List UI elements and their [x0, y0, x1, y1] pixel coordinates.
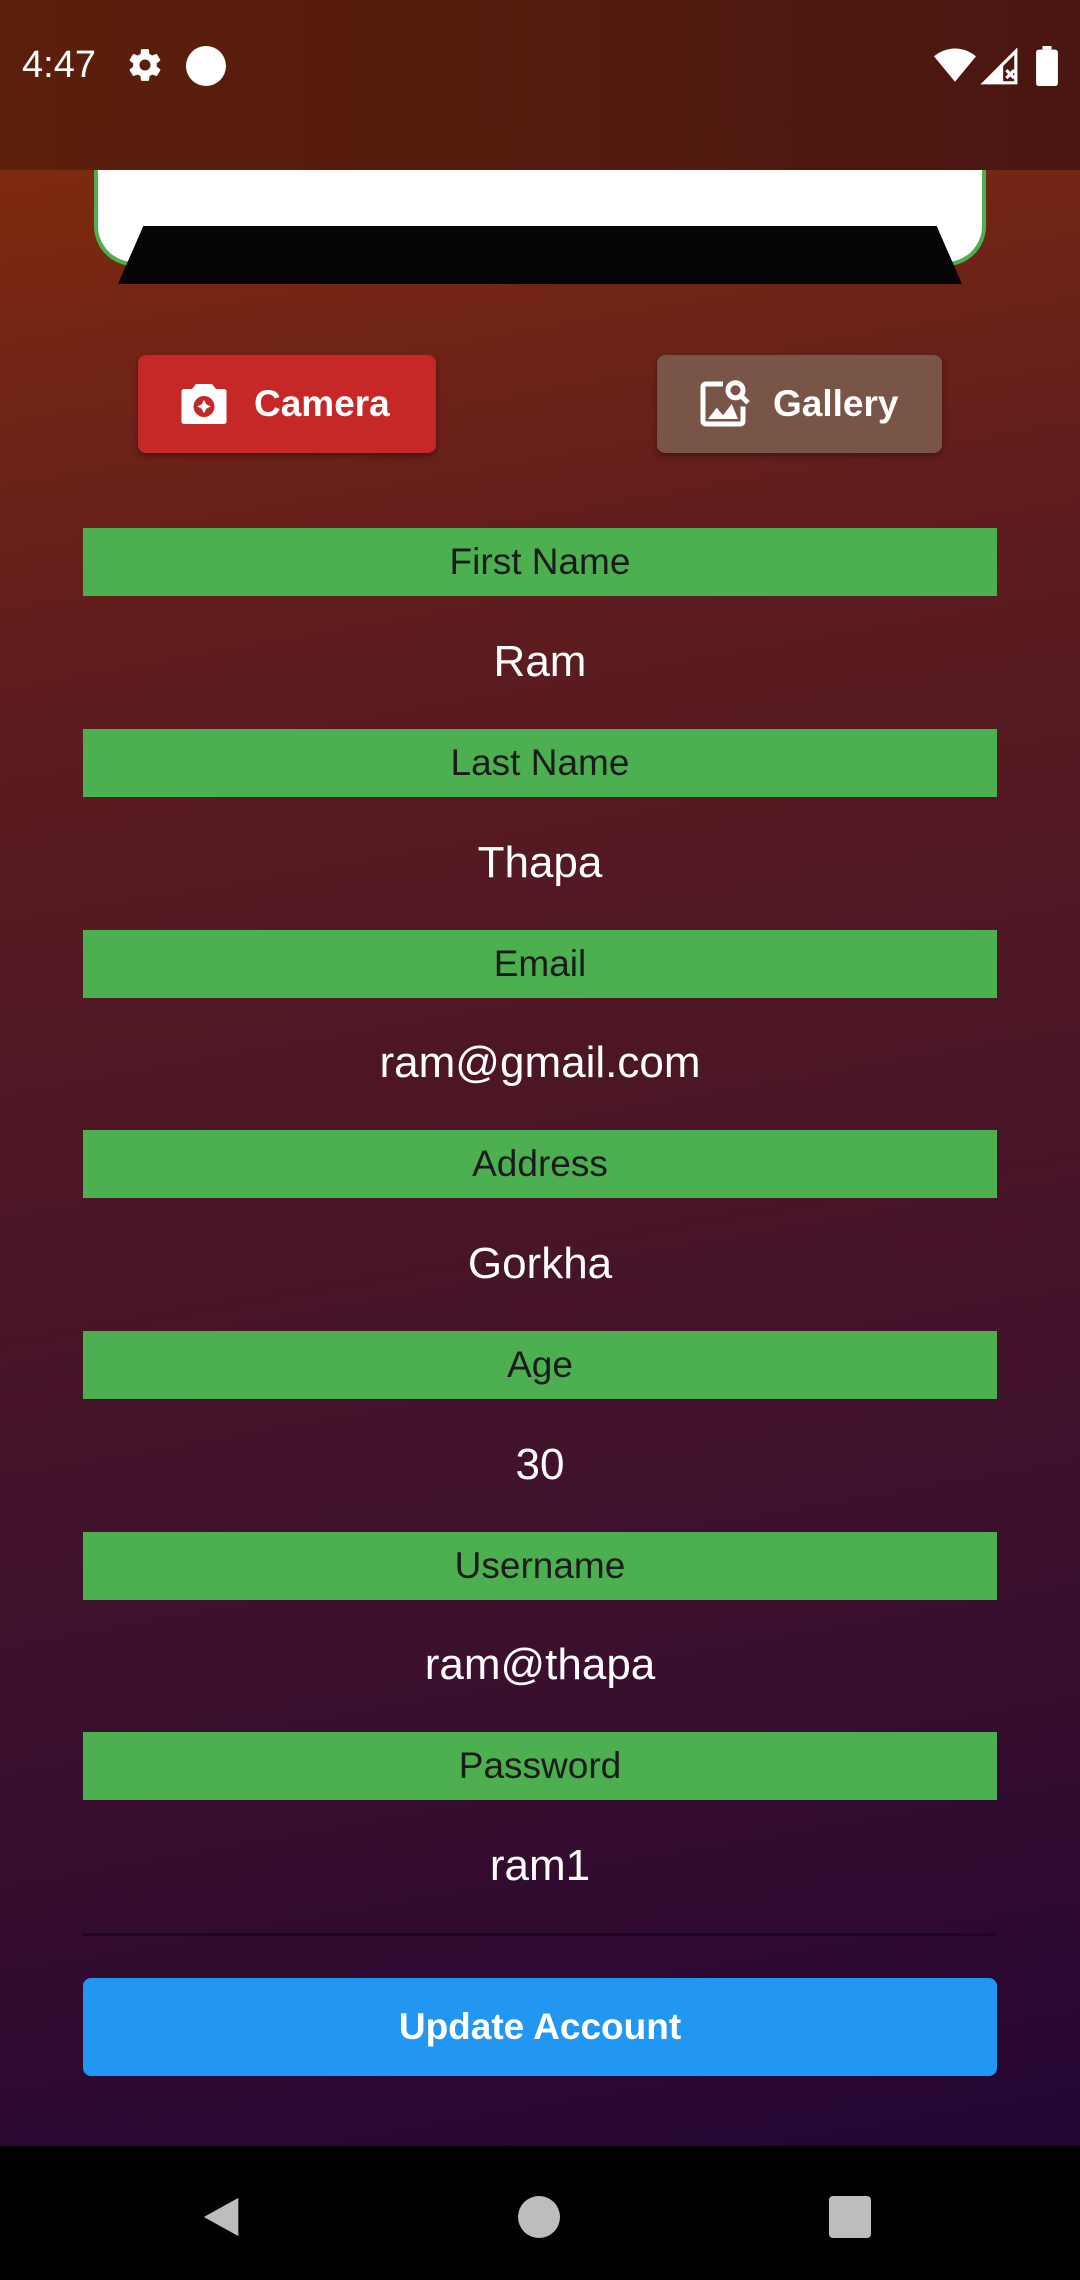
battery-icon	[1036, 46, 1058, 86]
edit-profile-screen: Camera Gallery First Name Ram Last Name …	[0, 170, 1080, 2146]
image-search-icon	[700, 380, 750, 427]
password-field[interactable]: ram1	[83, 1816, 997, 1916]
gallery-button-label: Gallery	[773, 383, 899, 424]
password-underline	[83, 1933, 997, 1936]
username-label: Username	[83, 1532, 997, 1600]
address-field[interactable]: Gorkha	[83, 1214, 997, 1314]
wifi-icon	[934, 48, 976, 82]
signal-icon	[980, 48, 1018, 85]
password-label: Password	[83, 1732, 997, 1800]
age-label: Age	[83, 1331, 997, 1399]
circle-notification-icon	[186, 46, 226, 86]
gallery-button[interactable]: Gallery	[657, 355, 942, 453]
email-label: Email	[83, 930, 997, 998]
first-name-field[interactable]: Ram	[83, 612, 997, 712]
profile-image	[118, 226, 962, 284]
last-name-label: Last Name	[83, 729, 997, 797]
address-label: Address	[83, 1130, 997, 1198]
gear-icon	[129, 49, 161, 81]
email-field[interactable]: ram@gmail.com	[83, 1013, 997, 1113]
update-account-button[interactable]: Update Account	[83, 1978, 997, 2076]
recents-icon[interactable]	[829, 2196, 871, 2238]
back-icon[interactable]	[200, 2194, 246, 2240]
camera-button[interactable]: Camera	[138, 355, 436, 453]
home-icon[interactable]	[518, 2196, 560, 2238]
status-time: 4:47	[22, 44, 96, 86]
camera-icon	[181, 384, 227, 424]
username-field[interactable]: ram@thapa	[83, 1615, 997, 1715]
age-field[interactable]: 30	[83, 1415, 997, 1515]
navigation-bar	[0, 2146, 1080, 2280]
status-bar: 4:47	[0, 0, 1080, 170]
last-name-field[interactable]: Thapa	[83, 813, 997, 913]
camera-button-label: Camera	[254, 383, 390, 424]
first-name-label: First Name	[83, 528, 997, 596]
